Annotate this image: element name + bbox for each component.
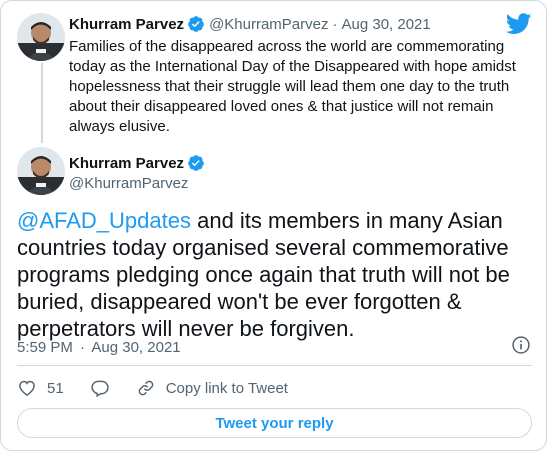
twitter-bird-icon[interactable] (506, 13, 532, 35)
main-handle[interactable]: @KhurramParvez (69, 175, 188, 192)
like-count: 51 (47, 379, 64, 397)
verified-badge-icon (188, 155, 204, 171)
reply-bubble-icon (91, 380, 109, 398)
tweet-embed-card: Khurram Parvez @KhurramParvez · Aug 30, … (0, 0, 547, 451)
tweet-time: 5:59 PM (17, 339, 73, 356)
main-tweet-text: @AFAD_Updates and its members in many As… (17, 207, 527, 342)
header-separator: · (332, 15, 338, 33)
tweet-date: Aug 30, 2021 (91, 339, 181, 356)
timestamp-separator: · (80, 339, 86, 356)
parent-avatar[interactable] (17, 13, 65, 61)
info-icon[interactable] (511, 335, 531, 355)
parent-tweet-text: Families of the disappeared across the w… (69, 38, 516, 135)
mention-link[interactable]: @AFAD_Updates (17, 208, 191, 233)
reply-button[interactable] (90, 378, 110, 398)
parent-date[interactable]: Aug 30, 2021 (342, 16, 431, 33)
main-author-row: Khurram Parvez (69, 153, 209, 173)
parent-author-name[interactable]: Khurram Parvez (69, 16, 184, 33)
tweet-timestamp[interactable]: 5:59 PM · Aug 30, 2021 (17, 339, 181, 356)
heart-icon (19, 380, 35, 396)
main-author-name[interactable]: Khurram Parvez (69, 155, 184, 172)
tweet-actions: 51 Copy link to Tweet (17, 377, 288, 399)
thread-connector-line (41, 63, 43, 143)
divider (17, 365, 532, 366)
like-button[interactable]: 51 (17, 378, 64, 398)
link-icon (138, 380, 153, 396)
verified-badge-icon (188, 16, 204, 32)
parent-handle[interactable]: @KhurramParvez (209, 16, 328, 33)
copy-link-button[interactable]: Copy link to Tweet (136, 378, 288, 398)
parent-tweet-header: Khurram Parvez @KhurramParvez · Aug 30, … (69, 14, 431, 34)
main-avatar[interactable] (17, 147, 65, 195)
tweet-your-reply-button[interactable]: Tweet your reply (17, 408, 532, 438)
copy-link-label: Copy link to Tweet (165, 379, 288, 397)
